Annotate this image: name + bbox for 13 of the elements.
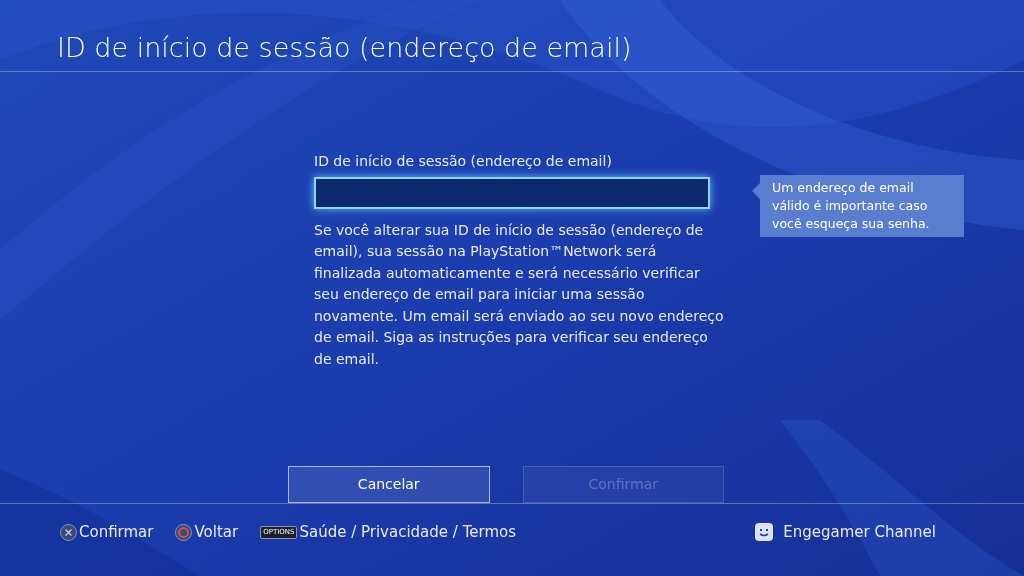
cross-button-icon — [60, 523, 77, 541]
tooltip-text: Um endereço de email válido é importante caso você esqueça sua senha. — [772, 179, 931, 233]
page-title: ID de início de sessão (endereço de email) — [57, 34, 632, 61]
field-label: ID de início de sessão (endereço de email) — [314, 152, 613, 170]
dialog-button[interactable]: Cancelar — [288, 466, 490, 503]
email-input-field[interactable] — [314, 177, 710, 209]
hint-label: Confirmar — [79, 521, 154, 543]
smiley-avatar-icon — [755, 523, 774, 541]
description-paragraph: Se você alterar sua ID de início de sessão (endereço de email), sua sessão na PlayStation™Network será finalizada automaticamente e será necessário verificar seu endereço de email para iniciar uma sessão novamente. Um email será enviado ao seu novo endereço de email. Siga as instruções para verificar seu endereço de email. — [314, 220, 724, 369]
hint-label: Saúde / Privacidade / Termos — [299, 521, 516, 543]
circle-button-icon — [175, 523, 193, 541]
user-name: Engegamer Channel — [783, 521, 936, 543]
hint-label: Voltar — [194, 521, 239, 543]
